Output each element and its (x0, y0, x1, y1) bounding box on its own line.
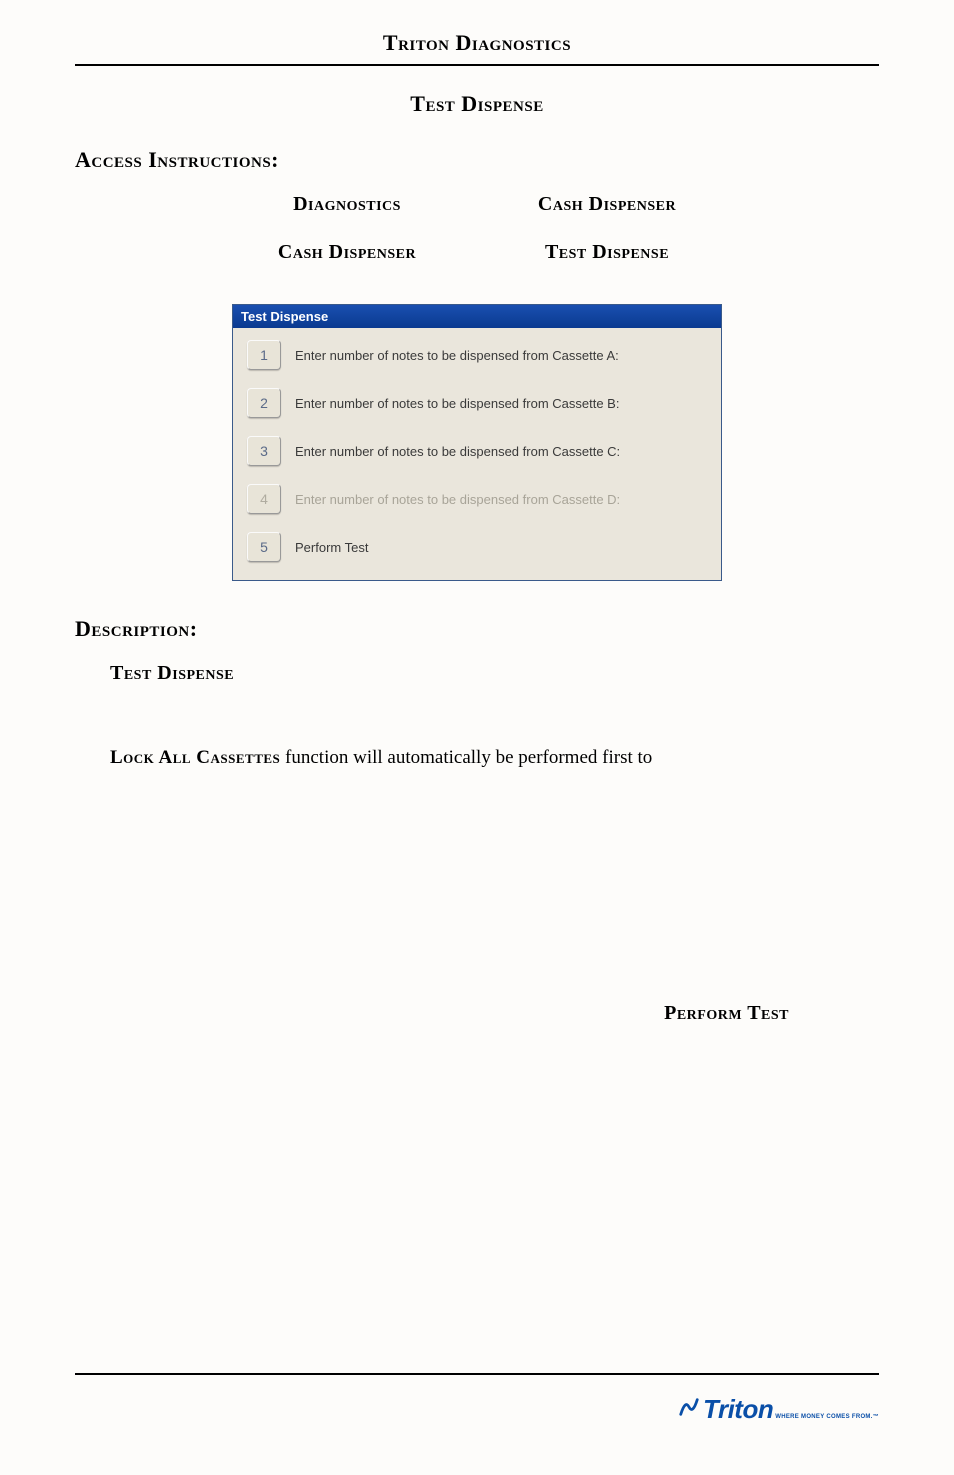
button-perform-test[interactable]: 5 (247, 532, 281, 562)
logo-tagline: WHERE MONEY COMES FROM.™ (775, 1414, 879, 1420)
perform-test-text: Perform Test (75, 1002, 789, 1025)
button-cassette-b[interactable]: 2 (247, 388, 281, 418)
dialog-body: 1 Enter number of notes to be dispensed … (233, 328, 721, 580)
button-cassette-c[interactable]: 3 (247, 436, 281, 466)
nav-cash-dispenser-1: Cash Dispenser (477, 193, 737, 216)
footer-logo: Triton WHERE MONEY COMES FROM.™ (678, 1394, 879, 1425)
description-subhead: Test Dispense (110, 662, 879, 685)
nav-row-2: Cash Dispenser Test Dispense (75, 241, 879, 264)
description-block: Description: Test Dispense Lock All Cass… (75, 616, 879, 1025)
dialog-row-perform-test: 5 Perform Test (247, 532, 707, 562)
lock-all-cassettes-text: Lock All Cassettes (110, 747, 280, 768)
label-cassette-d: Enter number of notes to be dispensed fr… (295, 492, 620, 507)
header-rule (75, 64, 879, 66)
page-title: Test Dispense (75, 91, 879, 117)
footer-rule (75, 1373, 879, 1375)
description-body: Lock All Cassettes function will automat… (110, 745, 879, 772)
triton-logo-icon (678, 1396, 700, 1418)
description-heading: Description: (75, 616, 879, 642)
dialog-container: Test Dispense 1 Enter number of notes to… (75, 304, 879, 581)
test-dispense-dialog: Test Dispense 1 Enter number of notes to… (232, 304, 722, 581)
nav-cash-dispenser-2: Cash Dispenser (217, 241, 477, 264)
label-cassette-a: Enter number of notes to be dispensed fr… (295, 348, 619, 363)
dialog-row-cassette-c: 3 Enter number of notes to be dispensed … (247, 436, 707, 466)
body-rest-text: function will automatically be performed… (280, 747, 652, 768)
dialog-titlebar: Test Dispense (233, 305, 721, 328)
header-title: Triton Diagnostics (75, 30, 879, 56)
label-perform-test: Perform Test (295, 540, 368, 555)
dialog-row-cassette-d: 4 Enter number of notes to be dispensed … (247, 484, 707, 514)
logo-text: Triton (703, 1394, 773, 1425)
nav-diagnostics: Diagnostics (217, 193, 477, 216)
label-cassette-c: Enter number of notes to be dispensed fr… (295, 444, 620, 459)
nav-row-1: Diagnostics Cash Dispenser (75, 193, 879, 216)
nav-test-dispense: Test Dispense (477, 241, 737, 264)
dialog-row-cassette-a: 1 Enter number of notes to be dispensed … (247, 340, 707, 370)
label-cassette-b: Enter number of notes to be dispensed fr… (295, 396, 619, 411)
access-heading: Access Instructions: (75, 147, 879, 173)
button-cassette-d: 4 (247, 484, 281, 514)
dialog-row-cassette-b: 2 Enter number of notes to be dispensed … (247, 388, 707, 418)
button-cassette-a[interactable]: 1 (247, 340, 281, 370)
